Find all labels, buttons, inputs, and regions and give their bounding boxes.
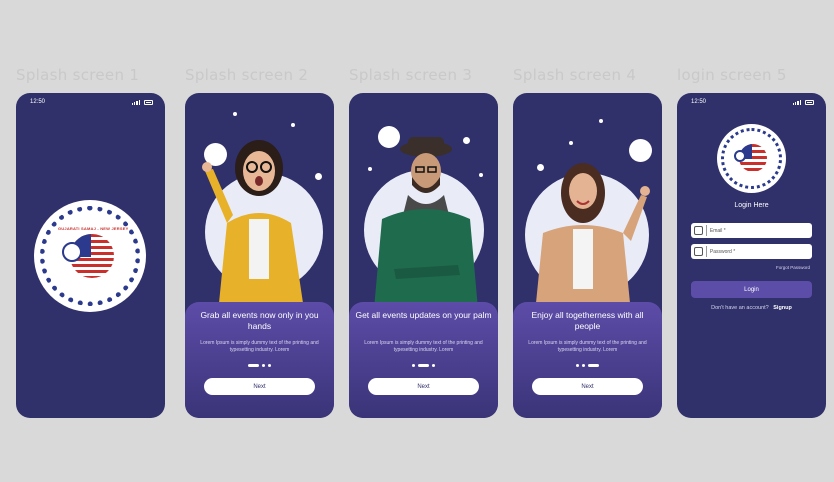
samaj-logo: GUJARATI SAMAJ - NEW JERSEY — [34, 200, 146, 312]
password-field[interactable] — [691, 244, 812, 259]
page-indicator — [349, 364, 498, 367]
status-time: 12:50 — [30, 99, 46, 105]
onboarding-screen-2: Get all events updates on your palm Lore… — [349, 93, 498, 418]
signup-row: Don't have an account? Signup — [677, 305, 826, 311]
signup-link[interactable]: Signup — [773, 305, 792, 311]
email-input[interactable] — [709, 227, 812, 234]
screen-label-5: login screen 5 — [677, 66, 787, 84]
screen-label-4: Splash screen 4 — [513, 66, 637, 84]
next-button[interactable]: Next — [368, 378, 479, 395]
battery-icon — [144, 100, 153, 105]
screen-label-2: Splash screen 2 — [185, 66, 309, 84]
onboarding-card: Get all events updates on your palm Lore… — [349, 302, 498, 418]
signal-icon — [131, 100, 140, 105]
battery-icon — [805, 100, 814, 105]
decor-dot — [233, 112, 237, 116]
next-button[interactable]: Next — [532, 378, 643, 395]
signal-icon — [792, 100, 801, 105]
status-time: 12:50 — [691, 99, 707, 105]
onboarding-description: Lorem Ipsum is simply dummy text of the … — [200, 340, 319, 353]
screen-label-1: Splash screen 1 — [16, 66, 140, 84]
no-account-text: Don't have an account? — [711, 305, 769, 311]
onboarding-title: Enjoy all togetherness with all people — [531, 310, 644, 331]
man-hat-image — [374, 137, 478, 309]
login-screen-phone: 12:50 Login Here Forgot Password Login D… — [677, 93, 826, 418]
decor-dot — [599, 119, 603, 123]
password-input[interactable] — [709, 248, 812, 255]
onboarding-card: Grab all events now only in you hands Lo… — [185, 302, 334, 418]
decor-dot — [569, 141, 573, 145]
forgot-password-link[interactable]: Forgot Password — [776, 265, 810, 270]
screen-label-3: Splash screen 3 — [349, 66, 473, 84]
onboarding-title: Grab all events now only in you hands — [200, 310, 319, 331]
status-bar: 12:50 — [677, 99, 826, 109]
logo-text: GUJARATI SAMAJ - NEW JERSEY — [58, 226, 129, 231]
user-icon — [694, 226, 703, 235]
onboarding-description: Lorem Ipsum is simply dummy text of the … — [364, 340, 483, 353]
onboarding-title: Get all events updates on your palm — [355, 310, 492, 320]
onboarding-description: Lorem Ipsum is simply dummy text of the … — [528, 340, 647, 353]
samaj-logo — [717, 124, 786, 193]
login-button[interactable]: Login — [691, 281, 812, 298]
onboarding-screen-1: Grab all events now only in you hands Lo… — [185, 93, 334, 418]
page-indicator — [513, 364, 662, 367]
page-indicator — [185, 364, 334, 367]
next-button[interactable]: Next — [204, 378, 315, 395]
onboarding-card: Enjoy all togetherness with all people L… — [513, 302, 662, 418]
status-bar: 12:50 — [16, 99, 165, 109]
onboarding-screen-3: Enjoy all togetherness with all people L… — [513, 93, 662, 418]
email-field[interactable] — [691, 223, 812, 238]
lock-icon — [694, 247, 703, 256]
woman-glasses-image — [202, 140, 303, 303]
login-title: Login Here — [734, 202, 769, 209]
splash-screen-phone: 12:50 GUJARATI SAMAJ - NEW JERSEY — [16, 93, 165, 418]
woman-pointing-image — [535, 163, 650, 313]
